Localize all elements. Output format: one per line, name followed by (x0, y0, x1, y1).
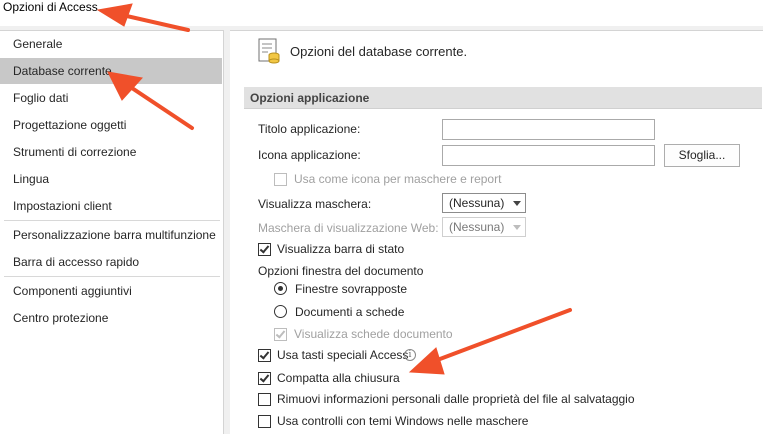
options-nav: Generale Database corrente Foglio dati P… (0, 30, 224, 434)
doc-tabs-checkbox[interactable] (274, 328, 287, 341)
nav-item-foglio-dati[interactable]: Foglio dati (0, 85, 222, 111)
status-bar-label: Visualizza barra di stato (277, 242, 405, 256)
nav-separator (4, 220, 220, 221)
web-form-select[interactable]: (Nessuna) (442, 217, 526, 237)
tabbed-documents-label: Documenti a schede (295, 305, 405, 319)
nav-item-centro-protezione[interactable]: Centro protezione (0, 305, 222, 331)
section-header: Opzioni applicazione (244, 87, 762, 109)
display-form-label: Visualizza maschera: (258, 197, 372, 211)
section-title: Opzioni applicazione (250, 91, 370, 105)
web-form-value: (Nessuna) (449, 220, 505, 234)
tabbed-documents-radio[interactable] (274, 305, 287, 318)
nav-item-componenti-aggiuntivi[interactable]: Componenti aggiuntivi (0, 278, 222, 304)
title-bar: Opzioni di Access (0, 0, 763, 26)
nav-item-database-corrente[interactable]: Database corrente (0, 58, 222, 84)
nav-item-personalizzazione-barra[interactable]: Personalizzazione barra multifunzione (0, 222, 222, 248)
nav-item-lingua[interactable]: Lingua (0, 166, 222, 192)
use-icon-checkbox[interactable] (274, 173, 287, 186)
overlapping-windows-label: Finestre sovrapposte (295, 282, 408, 296)
overlapping-windows-radio[interactable] (274, 282, 287, 295)
app-icon-input[interactable] (442, 145, 655, 166)
display-form-select[interactable]: (Nessuna) (442, 193, 526, 213)
special-keys-checkbox[interactable] (258, 349, 271, 362)
display-form-value: (Nessuna) (449, 196, 505, 210)
remove-personal-info-checkbox[interactable] (258, 393, 271, 406)
checkmark-icon (259, 372, 270, 383)
app-title-input[interactable] (442, 119, 655, 140)
info-icon[interactable]: i (404, 349, 416, 361)
checkmark-icon (259, 349, 270, 360)
app-title-label: Titolo applicazione: (258, 122, 361, 136)
themed-controls-label: Usa controlli con temi Windows nelle mas… (277, 414, 529, 428)
web-form-label: Maschera di visualizzazione Web: (258, 221, 439, 235)
nav-separator (4, 276, 220, 277)
checkmark-icon (259, 243, 270, 254)
special-keys-label: Usa tasti speciali Access (277, 348, 409, 362)
use-icon-label: Usa come icona per maschere e report (294, 172, 502, 186)
radio-dot-icon (278, 286, 283, 291)
nav-item-generale[interactable]: Generale (0, 31, 222, 57)
doc-tabs-label: Visualizza schede documento (294, 327, 453, 341)
nav-item-impostazioni-client[interactable]: Impostazioni client (0, 193, 222, 219)
nav-item-progettazione-oggetti[interactable]: Progettazione oggetti (0, 112, 222, 138)
compact-on-close-label: Compatta alla chiusura (277, 371, 400, 385)
remove-personal-info-label: Rimuovi informazioni personali dalle pro… (277, 392, 635, 406)
checkmark-icon (275, 328, 286, 339)
doc-window-label: Opzioni finestra del documento (258, 264, 424, 278)
status-bar-checkbox[interactable] (258, 243, 271, 256)
nav-item-barra-accesso-rapido[interactable]: Barra di accesso rapido (0, 249, 222, 275)
panel-header: Opzioni del database corrente. (290, 44, 468, 59)
options-panel: Opzioni del database corrente. Opzioni a… (230, 30, 763, 434)
chevron-down-icon (513, 225, 521, 230)
themed-controls-checkbox[interactable] (258, 415, 271, 428)
compact-on-close-checkbox[interactable] (258, 372, 271, 385)
window-title: Opzioni di Access (3, 0, 98, 14)
database-options-icon (258, 38, 280, 64)
chevron-down-icon (513, 201, 521, 206)
nav-item-strumenti-correzione[interactable]: Strumenti di correzione (0, 139, 222, 165)
app-icon-label: Icona applicazione: (258, 148, 361, 162)
browse-button[interactable]: Sfoglia... (664, 144, 740, 167)
